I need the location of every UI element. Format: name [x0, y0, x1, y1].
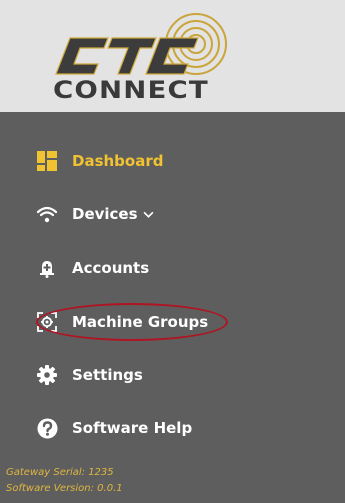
- logo-connect-text: CONNECT: [53, 76, 209, 104]
- sidebar-item-machine-groups[interactable]: Machine Groups: [36, 305, 208, 339]
- dashboard-icon: [36, 150, 58, 172]
- sidebar-item-accounts[interactable]: Accounts: [36, 251, 149, 285]
- account-icon: [36, 257, 58, 279]
- help-icon: [36, 417, 58, 439]
- footer-info: Gateway Serial: 1235 Software Version: 0…: [6, 465, 123, 497]
- chevron-down-icon: [143, 211, 154, 218]
- software-version: Software Version: 0.0.1: [6, 483, 123, 494]
- sidebar-item-devices[interactable]: Devices: [36, 197, 154, 231]
- sidebar-item-label: Dashboard: [72, 152, 164, 170]
- sidebar-item-label: Machine Groups: [72, 313, 209, 331]
- gear-icon: [36, 364, 58, 386]
- sidebar-item-dashboard[interactable]: Dashboard: [36, 144, 163, 178]
- logo-area: CONNECT: [0, 0, 345, 112]
- sidebar-item-label: Devices: [72, 205, 138, 223]
- sidebar-item-label: Software Help: [72, 419, 193, 437]
- machine-groups-icon: [36, 311, 58, 333]
- sidebar-item-label: Accounts: [72, 259, 150, 277]
- sidebar-item-label: Settings: [72, 366, 143, 384]
- wifi-icon: [36, 203, 58, 225]
- sidebar-item-settings[interactable]: Settings: [36, 358, 143, 392]
- gateway-serial: Gateway Serial: 1235: [6, 467, 114, 478]
- sidebar-item-software-help[interactable]: Software Help: [36, 411, 192, 445]
